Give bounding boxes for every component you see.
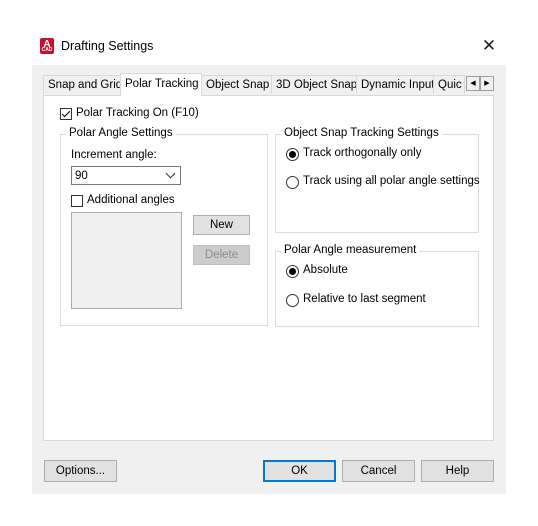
tab-strip: Snap and Grid Polar Tracking Object Snap… — [43, 73, 503, 96]
track-all-polar-radio[interactable] — [286, 176, 299, 189]
options-button[interactable]: Options... — [44, 460, 117, 482]
polar-angle-settings-group: Polar Angle Settings Increment angle: 90… — [60, 127, 268, 326]
polar-angle-measurement-title: Polar Angle measurement — [281, 244, 420, 256]
ok-button[interactable]: OK — [263, 460, 336, 482]
track-orthogonally-label[interactable]: Track orthogonally only — [303, 147, 421, 159]
additional-angles-checkbox[interactable] — [71, 195, 83, 207]
additional-angles-label[interactable]: Additional angles — [87, 194, 175, 206]
tab-3d-object-snap[interactable]: 3D Object Snap — [271, 75, 357, 94]
increment-angle-value: 90 — [75, 170, 88, 182]
cancel-button[interactable]: Cancel — [342, 460, 415, 482]
tab-scroll-left-icon[interactable]: ◀ — [466, 76, 480, 91]
tab-quick-properties[interactable]: Quic — [433, 75, 465, 94]
relative-to-last-segment-label[interactable]: Relative to last segment — [303, 293, 426, 305]
absolute-label[interactable]: Absolute — [303, 264, 348, 276]
drafting-settings-dialog: A CAD Drafting Settings ✕ Snap and Grid … — [32, 27, 506, 494]
chevron-down-icon — [165, 168, 176, 179]
tab-object-snap[interactable]: Object Snap — [201, 75, 272, 94]
tab-polar-tracking[interactable]: Polar Tracking — [120, 73, 202, 96]
object-snap-tracking-title: Object Snap Tracking Settings — [281, 127, 442, 139]
relative-to-last-segment-radio[interactable] — [286, 294, 299, 307]
tab-scroll-right-icon[interactable]: ▶ — [480, 76, 494, 91]
polar-tracking-panel: Polar Tracking On (F10) Polar Angle Sett… — [43, 95, 494, 441]
additional-angles-list[interactable] — [71, 212, 182, 309]
tab-dynamic-input[interactable]: Dynamic Input — [356, 75, 434, 94]
track-all-polar-label[interactable]: Track using all polar angle settings — [303, 175, 480, 187]
polar-angle-measurement-group: Polar Angle measurement Absolute Relativ… — [275, 244, 479, 327]
track-orthogonally-radio[interactable] — [286, 148, 299, 161]
close-icon[interactable]: ✕ — [478, 36, 500, 58]
absolute-radio[interactable] — [286, 265, 299, 278]
new-angle-button[interactable]: New — [193, 215, 250, 235]
window-title: Drafting Settings — [61, 39, 154, 53]
polar-angle-settings-title: Polar Angle Settings — [66, 127, 176, 139]
polar-tracking-on-label[interactable]: Polar Tracking On (F10) — [76, 107, 199, 119]
increment-angle-label: Increment angle: — [71, 149, 157, 161]
app-icon-subtext: CAD — [41, 47, 53, 53]
delete-angle-button[interactable]: Delete — [193, 245, 250, 265]
autocad-app-icon: A CAD — [40, 38, 54, 54]
polar-tracking-on-checkbox[interactable] — [60, 108, 72, 120]
title-bar: A CAD Drafting Settings ✕ — [32, 27, 506, 65]
increment-angle-select[interactable]: 90 — [71, 166, 181, 185]
help-button[interactable]: Help — [421, 460, 494, 482]
object-snap-tracking-group: Object Snap Tracking Settings Track orth… — [275, 127, 480, 233]
tab-snap-and-grid[interactable]: Snap and Grid — [43, 75, 121, 94]
